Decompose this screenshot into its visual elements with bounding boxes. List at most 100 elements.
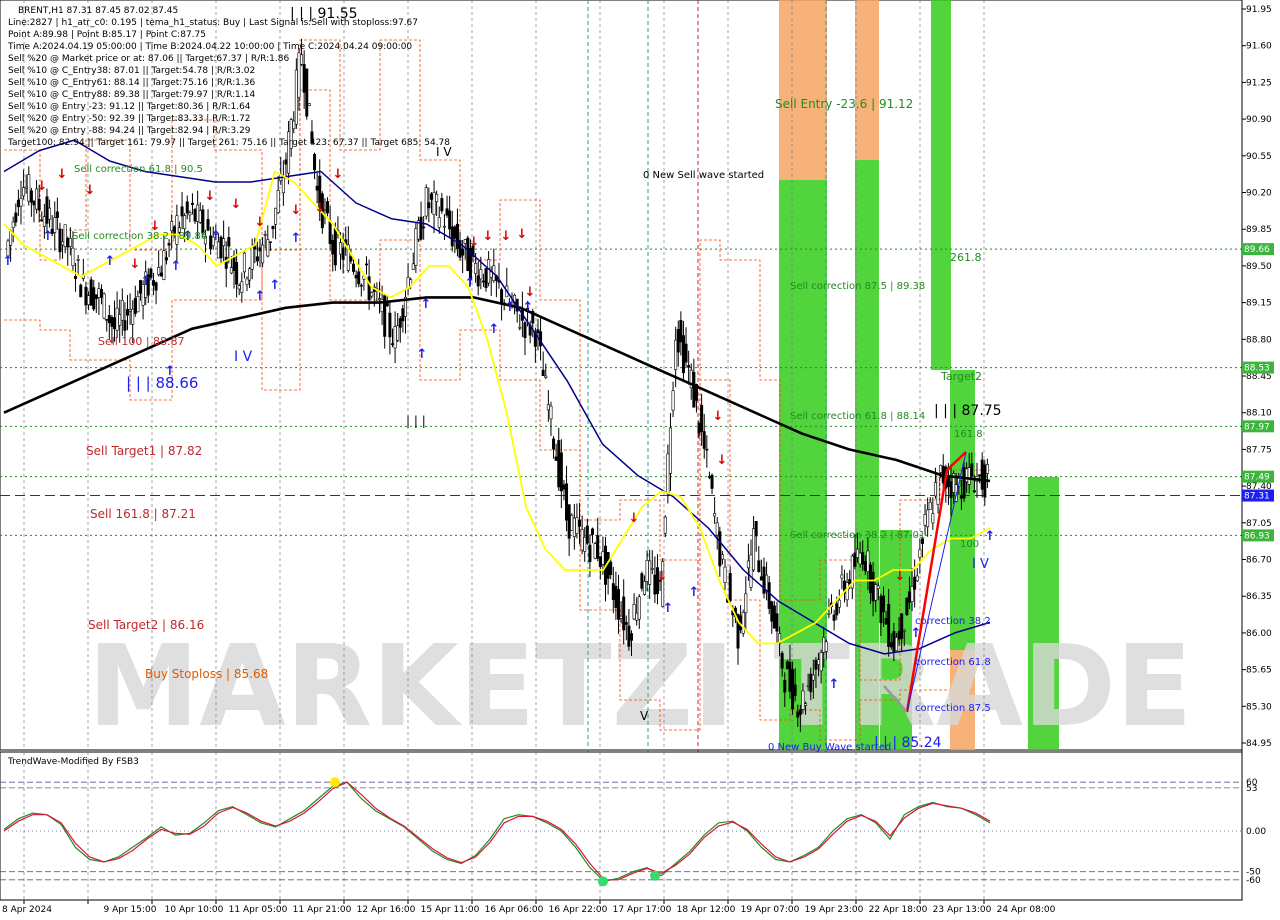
y-tick-label: 87.05 (1246, 519, 1272, 529)
candle-body (354, 275, 358, 279)
candle-body (627, 625, 631, 647)
candle-body (624, 622, 628, 625)
zone-rect (931, 0, 951, 370)
y-tick-label: 86.70 (1246, 556, 1272, 566)
sell-arrow-icon: ↓ (291, 203, 302, 218)
candle-body (754, 521, 758, 537)
candle-body (837, 599, 841, 608)
candle-body (300, 54, 304, 65)
candle-body (76, 259, 80, 261)
info-line: Line:2827 | h1_atr_c0: 0.195 | tema_h1_s… (8, 18, 418, 28)
sell-arrow-icon: ↓ (315, 201, 326, 216)
candle-body (902, 629, 906, 632)
buy-arrow-icon: ↑ (105, 254, 116, 269)
info-line: Sell %20 @ Entry -50: 92.39 || Target:83… (8, 114, 251, 124)
candle-body (791, 669, 795, 710)
candle-body (390, 343, 394, 345)
candle-body (427, 202, 431, 209)
candle-body (455, 223, 459, 249)
candle-body (487, 259, 491, 284)
x-tick-label: 19 Apr 23:00 (805, 905, 864, 915)
annotation-label: Sell Target1 | 87.82 (86, 444, 202, 458)
candle-body (650, 568, 654, 570)
candle-body (666, 453, 670, 495)
y-tick-label: 86.35 (1246, 592, 1272, 602)
candle-body (632, 603, 636, 620)
candle-body (676, 329, 680, 353)
candle-body (411, 263, 415, 270)
candle-body (640, 573, 644, 589)
candle-body (232, 255, 236, 271)
candle-body (557, 440, 561, 488)
candle-body (271, 225, 275, 230)
candle-body (684, 343, 688, 363)
x-tick-label: 9 Apr 15:00 (104, 905, 157, 915)
candle-body (663, 516, 667, 534)
annotation-label: Sell Entry -23.6 | 91.12 (775, 97, 913, 111)
candle-body (939, 465, 943, 473)
candle-body (811, 674, 815, 681)
info-line: Sell %10 @ C_Entry88: 89.38 || Target:79… (8, 90, 255, 100)
candle-body (224, 256, 228, 269)
candle-body (598, 556, 602, 568)
annotation-label: | | | (406, 414, 426, 428)
candle-body (713, 513, 717, 517)
candle-body (92, 287, 96, 310)
y-tick-label: 88.10 (1246, 409, 1272, 419)
candle-body (928, 501, 932, 510)
candle-body (523, 322, 527, 339)
annotation-label: Target2 (940, 370, 982, 383)
candle-body (962, 466, 966, 499)
symbol-line: BRENT,H1 87.31 87.45 87.02 87.45 (18, 6, 178, 16)
candle-body (27, 174, 31, 202)
candle-body (702, 431, 706, 449)
candle-body (100, 289, 104, 298)
candle-body (752, 528, 756, 571)
candle-body (422, 226, 426, 229)
candle-body (770, 601, 774, 622)
candle-body (227, 237, 231, 247)
candle-body (55, 211, 59, 219)
buy-arrow-icon: ↑ (465, 276, 476, 291)
y-tick-label: 91.95 (1246, 5, 1272, 15)
candle-body (796, 711, 800, 718)
annotation-label: Sell 161.8 | 87.21 (90, 507, 196, 521)
candle-body (565, 483, 569, 521)
x-tick-label: 24 Apr 08:00 (997, 905, 1056, 915)
candle-body (79, 284, 83, 298)
candle-body (705, 448, 709, 451)
annotation-label: correction 61.8 (915, 657, 991, 668)
candle-body (819, 652, 823, 672)
osc-marker-dot (330, 777, 340, 788)
candle-body (645, 560, 649, 582)
oscillator-panel[interactable]: TrendWave-Modified By FSB3 (0, 751, 1243, 901)
sell-arrow-icon: ↓ (333, 167, 344, 182)
candle-body (29, 190, 33, 203)
annotation-label: I V (234, 349, 253, 365)
candle-body (744, 593, 748, 614)
annotation-label: 261.8 (950, 251, 982, 264)
y-tick-label: 91.25 (1246, 78, 1272, 88)
buy-arrow-icon: ↑ (421, 297, 432, 312)
sell-arrow-icon: ↓ (717, 453, 728, 468)
candle-body (609, 561, 613, 575)
candle-body (133, 298, 137, 314)
x-tick-label: 18 Apr 12:00 (677, 905, 736, 915)
candle-body (892, 631, 896, 652)
candle-body (435, 193, 439, 203)
sell-arrow-icon: ↓ (469, 235, 480, 250)
candle-body (305, 68, 309, 117)
candle-body (881, 595, 885, 613)
candle-body (840, 574, 844, 579)
candle-body (980, 459, 984, 490)
candle-body (798, 709, 802, 715)
sell-arrow-icon: ↓ (483, 229, 494, 244)
candle-body (370, 292, 374, 297)
candle-body (53, 217, 57, 233)
candle-body (985, 464, 989, 474)
candle-body (788, 661, 792, 692)
candle-body (37, 198, 41, 211)
candle-body (913, 576, 917, 590)
candle-body (967, 467, 971, 485)
candle-body (292, 120, 296, 130)
